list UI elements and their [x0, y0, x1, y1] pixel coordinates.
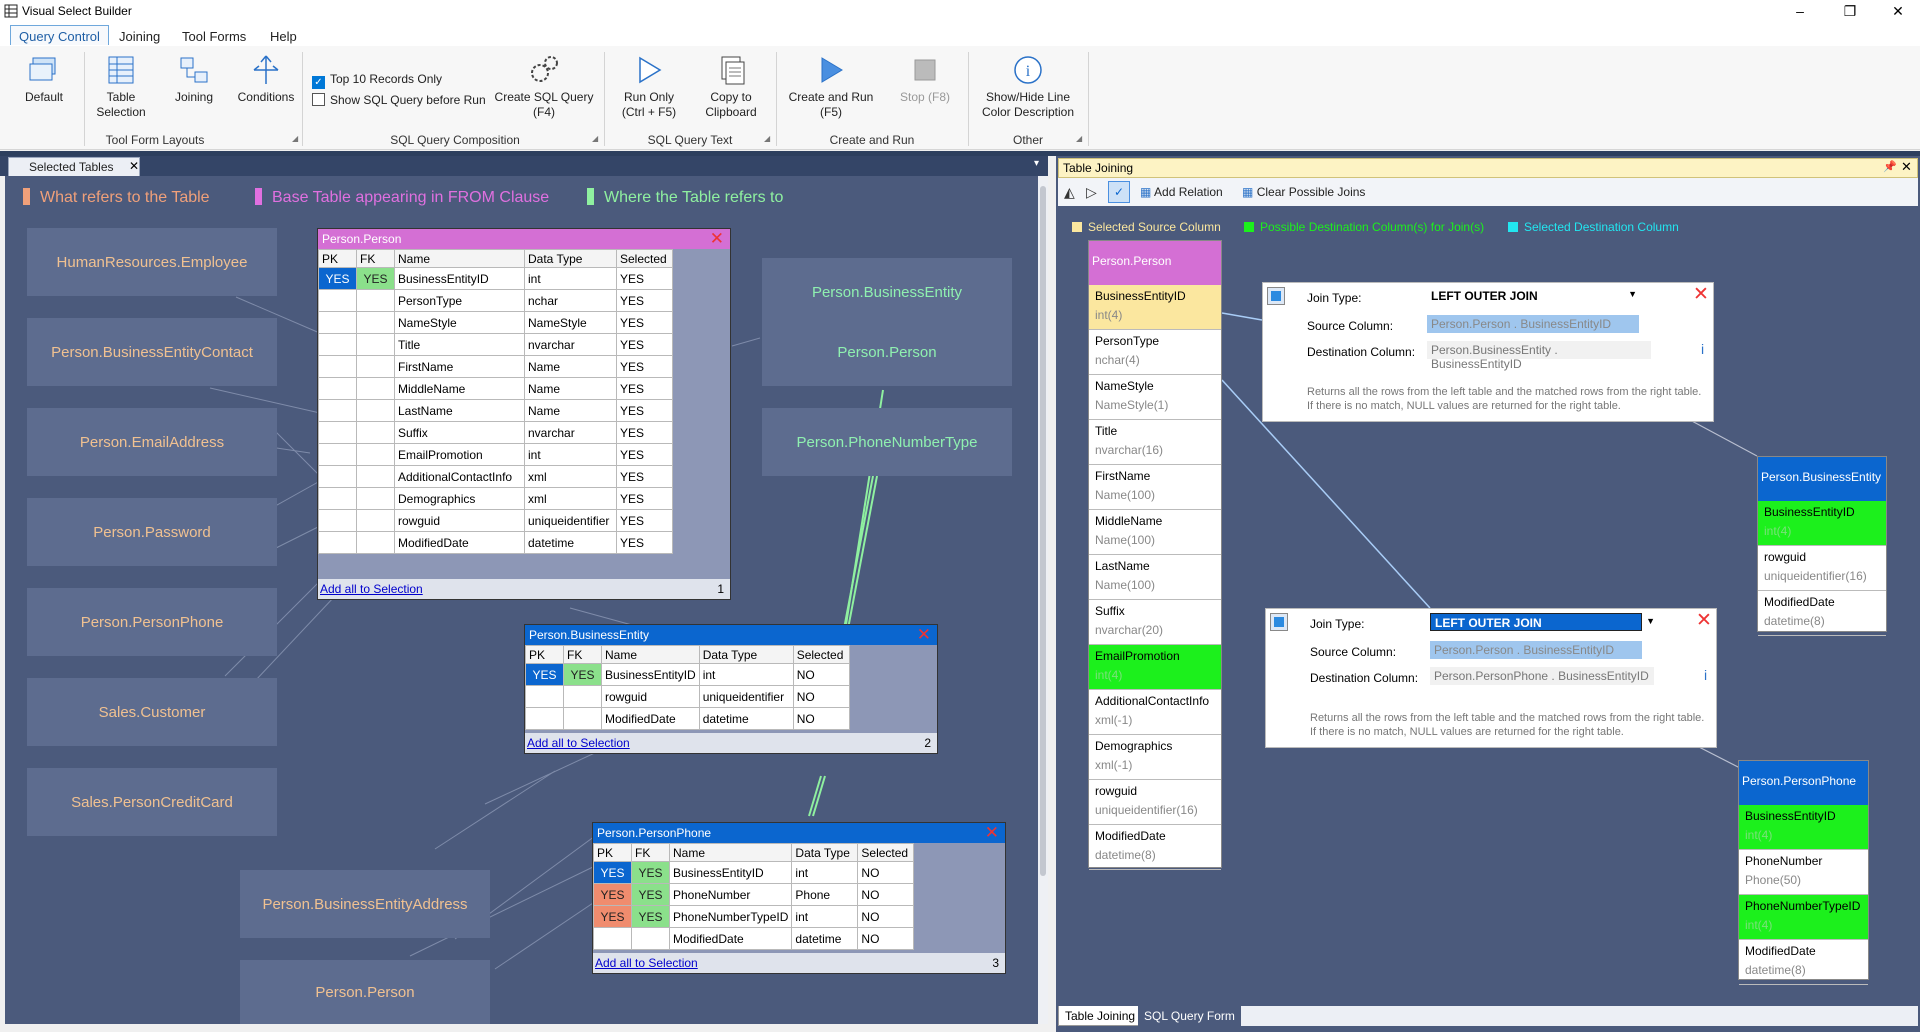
column-name: BusinessEntityID	[1745, 809, 1836, 823]
column-item[interactable]: Demographics xml(-1)	[1089, 735, 1221, 780]
tab-sql-query-form[interactable]: SQL Query Form	[1138, 1006, 1241, 1026]
column-list: BusinessEntityID int(4) rowguid uniqueident…	[1758, 501, 1886, 636]
column-name: PhoneNumberTypeID	[1745, 899, 1861, 913]
source-column-label: Source Column:	[1310, 645, 1397, 659]
join-table-businessentity[interactable]: Person.BusinessEntity BusinessEntityID in…	[1757, 456, 1887, 636]
column-name: ModifiedDate	[1745, 944, 1816, 958]
column-list: BusinessEntityID int(4) PhoneNumber Phone(5…	[1739, 805, 1868, 985]
join-icon[interactable]	[1267, 287, 1285, 305]
join-description: Returns all the rows from the left table…	[1307, 386, 1702, 412]
column-type: int(4)	[1745, 828, 1773, 842]
column-type: nchar(4)	[1095, 353, 1140, 367]
column-name: PersonType	[1095, 334, 1160, 348]
source-column-label: Source Column:	[1307, 319, 1394, 333]
column-type: xml(-1)	[1095, 713, 1133, 727]
column-type: int(4)	[1764, 524, 1792, 538]
column-item[interactable]: BusinessEntityID int(4)	[1758, 501, 1886, 546]
column-item[interactable]: PhoneNumber Phone(50)	[1739, 850, 1868, 895]
destination-column-field[interactable]: Person.BusinessEntity . BusinessEntityID	[1427, 341, 1651, 371]
column-name: rowguid	[1764, 550, 1807, 564]
column-name: FirstName	[1095, 469, 1151, 483]
column-item[interactable]: ModifiedDate datetime(8)	[1089, 825, 1221, 870]
source-column-field[interactable]: Person.Person . BusinessEntityID	[1427, 315, 1639, 333]
join-definition-1: Join Type: LEFT OUTER JOIN ▼ ✕ Source Col…	[1262, 282, 1714, 422]
column-item[interactable]: PersonType nchar(4)	[1089, 330, 1221, 375]
column-type: int(4)	[1095, 308, 1123, 322]
column-type: xml(-1)	[1095, 758, 1133, 772]
destination-column-label: Destination Column:	[1307, 345, 1416, 359]
join-type-select[interactable]: LEFT OUTER JOIN ▼	[1427, 287, 1639, 305]
column-type: uniqueidentifier(16)	[1764, 569, 1867, 583]
bottom-tabs: Table Joining SQL Query Form	[1058, 1006, 1918, 1026]
tab-table-joining[interactable]: Table Joining	[1058, 1006, 1143, 1026]
column-name: BusinessEntityID	[1095, 289, 1186, 303]
column-type: NameStyle(1)	[1095, 398, 1169, 412]
column-name: Demographics	[1095, 739, 1173, 753]
join-table-header: Person.Person	[1089, 241, 1221, 285]
column-name: PhoneNumber	[1745, 854, 1823, 868]
column-name: Suffix	[1095, 604, 1125, 618]
column-type: datetime(8)	[1095, 848, 1156, 862]
column-item[interactable]: MiddleName Name(100)	[1089, 510, 1221, 555]
column-item[interactable]: AdditionalContactInfo xml(-1)	[1089, 690, 1221, 735]
column-item[interactable]: PhoneNumberTypeID int(4)	[1739, 895, 1868, 940]
column-name: ModifiedDate	[1095, 829, 1166, 843]
join-type-label: Join Type:	[1310, 617, 1365, 631]
column-item[interactable]: NameStyle NameStyle(1)	[1089, 375, 1221, 420]
column-name: AdditionalContactInfo	[1095, 694, 1210, 708]
column-type: Name(100)	[1095, 578, 1156, 592]
close-icon[interactable]: ✕	[1693, 283, 1709, 306]
column-item[interactable]: rowguid uniqueidentifier(16)	[1758, 546, 1886, 591]
column-item[interactable]: BusinessEntityID int(4)	[1739, 805, 1868, 850]
join-type-value: LEFT OUTER JOIN	[1431, 289, 1538, 303]
column-name: ModifiedDate	[1764, 595, 1835, 609]
join-table-person-person[interactable]: Person.Person BusinessEntityID int(4) Pers…	[1088, 240, 1222, 870]
join-lines	[1221, 312, 1758, 769]
column-item[interactable]: EmailPromotion int(4)	[1089, 645, 1221, 690]
column-name: BusinessEntityID	[1764, 505, 1855, 519]
column-type: int(4)	[1745, 918, 1773, 932]
join-definition-2: Join Type: LEFT OUTER JOIN ▼ ✕ Source Col…	[1265, 608, 1717, 748]
column-type: int(4)	[1095, 668, 1123, 682]
join-table-header: Person.BusinessEntity	[1758, 457, 1886, 501]
column-item[interactable]: rowguid uniqueidentifier(16)	[1089, 780, 1221, 825]
column-item[interactable]: ModifiedDate datetime(8)	[1758, 591, 1886, 636]
column-item[interactable]: ModifiedDate datetime(8)	[1739, 940, 1868, 985]
column-name: EmailPromotion	[1095, 649, 1180, 663]
join-table-personphone[interactable]: Person.PersonPhone BusinessEntityID int(4…	[1738, 760, 1869, 985]
destination-column-label: Destination Column:	[1310, 671, 1419, 685]
column-name: rowguid	[1095, 784, 1138, 798]
source-column-field[interactable]: Person.Person . BusinessEntityID	[1430, 641, 1642, 659]
join-table-header: Person.PersonPhone	[1739, 761, 1868, 805]
column-item[interactable]: FirstName Name(100)	[1089, 465, 1221, 510]
destination-column-field[interactable]: Person.PersonPhone . BusinessEntityID	[1430, 667, 1654, 685]
column-item[interactable]: LastName Name(100)	[1089, 555, 1221, 600]
column-list: BusinessEntityID int(4) PersonType nchar(4)…	[1089, 285, 1221, 870]
column-type: Name(100)	[1095, 533, 1156, 547]
column-name: NameStyle	[1095, 379, 1154, 393]
join-description: Returns all the rows from the left table…	[1310, 712, 1705, 738]
column-type: uniqueidentifier(16)	[1095, 803, 1198, 817]
join-type-select[interactable]: LEFT OUTER JOIN ▼	[1430, 613, 1655, 631]
column-type: Name(100)	[1095, 488, 1156, 502]
dropdown-arrow-icon: ▼	[1646, 616, 1655, 626]
column-type: nvarchar(20)	[1095, 623, 1164, 637]
column-item[interactable]: BusinessEntityID int(4)	[1089, 285, 1221, 330]
column-type: nvarchar(16)	[1095, 443, 1164, 457]
column-item[interactable]: Suffix nvarchar(20)	[1089, 600, 1221, 645]
info-icon[interactable]: i	[1701, 341, 1704, 357]
column-type: datetime(8)	[1745, 963, 1806, 977]
column-name: MiddleName	[1095, 514, 1163, 528]
column-type: datetime(8)	[1764, 614, 1825, 628]
column-type: Phone(50)	[1745, 873, 1802, 887]
close-icon[interactable]: ✕	[1696, 609, 1712, 632]
column-item[interactable]: Title nvarchar(16)	[1089, 420, 1221, 465]
join-icon[interactable]	[1270, 613, 1288, 631]
join-type-label: Join Type:	[1307, 291, 1362, 305]
column-name: LastName	[1095, 559, 1150, 573]
info-icon[interactable]: i	[1704, 667, 1707, 683]
dropdown-arrow-icon: ▼	[1628, 289, 1637, 299]
join-type-value: LEFT OUTER JOIN	[1435, 616, 1542, 630]
column-name: Title	[1095, 424, 1118, 438]
